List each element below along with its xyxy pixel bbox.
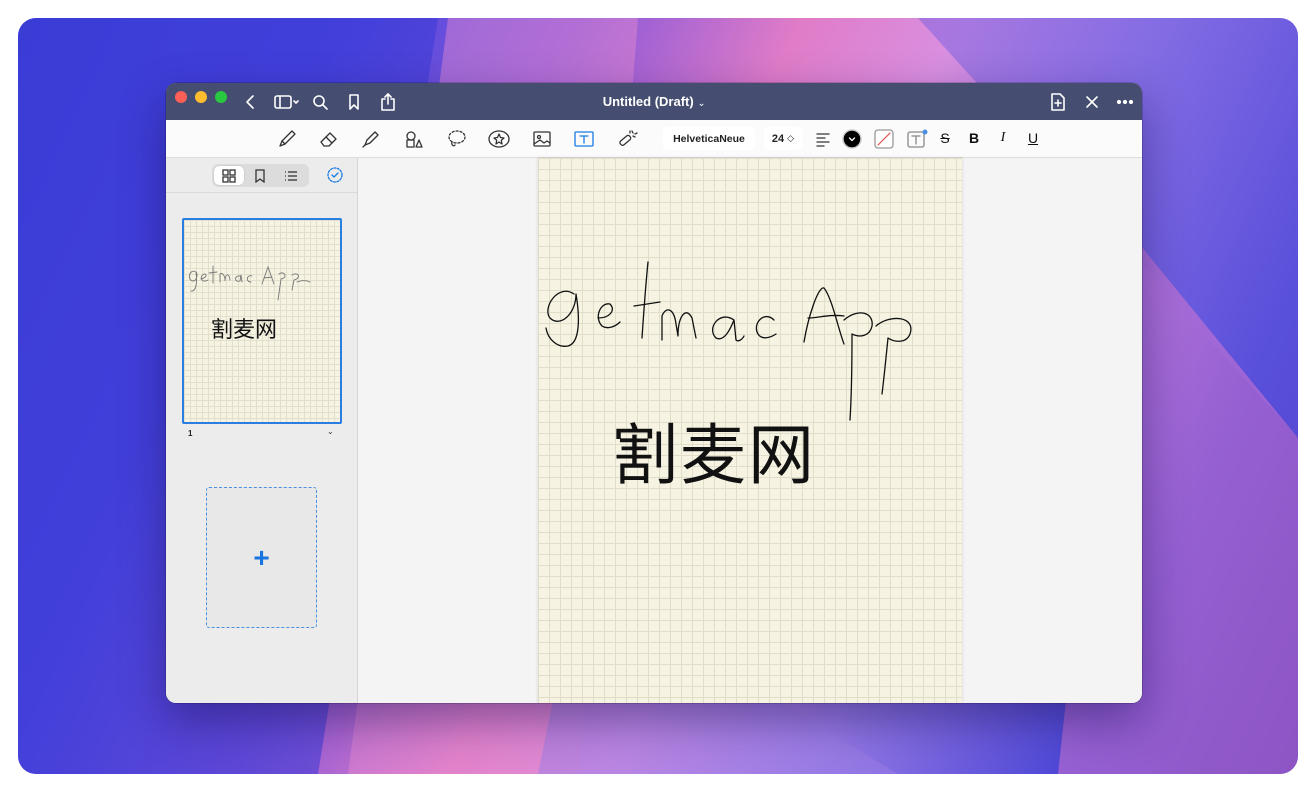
page-number-label: 1 [188, 429, 193, 438]
eraser-icon[interactable] [317, 128, 341, 150]
add-page-button[interactable]: + [206, 487, 317, 628]
laser-pointer-icon[interactable] [615, 128, 639, 150]
italic-button[interactable]: I [994, 130, 1012, 146]
page-thumbnail[interactable]: 割麦网 [182, 218, 342, 424]
page-sidebar: 割麦网 1 ⌄ + [166, 158, 358, 703]
document-title-text: Untitled (Draft) [602, 94, 694, 109]
text-align-icon[interactable] [811, 128, 835, 150]
text-box-style-icon[interactable] [905, 128, 929, 150]
strikethrough-button[interactable]: S [936, 130, 954, 146]
text-tool-icon[interactable] [572, 128, 596, 150]
sidebar-view-switcher [212, 164, 309, 187]
pen-icon[interactable] [275, 128, 299, 150]
document-title[interactable]: Untitled (Draft) ⌄ [166, 94, 1142, 109]
chevron-down-icon: ⌄ [697, 98, 706, 108]
more-icon[interactable] [1115, 92, 1135, 112]
highlighter-icon[interactable] [359, 128, 383, 150]
text-box[interactable]: 割麦网 [612, 402, 816, 498]
fill-color-picker[interactable] [872, 128, 896, 150]
page-options-chevron-icon[interactable]: ⌄ [327, 427, 334, 436]
sidebar-divider [166, 192, 357, 193]
image-icon[interactable] [530, 128, 554, 150]
shapes-icon[interactable] [402, 128, 426, 150]
select-pages-icon[interactable] [323, 164, 347, 186]
thumbnails-view-icon[interactable] [214, 166, 244, 185]
tool-bar: HelveticaNeue 24 ◇ S B I U [166, 120, 1142, 158]
font-family-selector[interactable]: HelveticaNeue [663, 127, 755, 150]
note-page[interactable]: 割麦网 [538, 158, 962, 703]
thumbnail-text: 割麦网 [211, 318, 278, 343]
close-icon[interactable] [1082, 92, 1102, 112]
title-bar: Untitled (Draft) ⌄ [166, 83, 1142, 120]
sticker-icon[interactable] [487, 128, 511, 150]
lasso-icon[interactable] [445, 128, 469, 150]
app-window: Untitled (Draft) ⌄ HelveticaNeue 24 ◇ S … [166, 83, 1142, 703]
bookmarks-view-icon[interactable] [245, 166, 275, 185]
font-size-value: 24 [771, 132, 785, 145]
underline-button[interactable]: U [1024, 130, 1042, 146]
new-page-icon[interactable] [1048, 92, 1068, 112]
bold-button[interactable]: B [965, 130, 983, 146]
canvas-area[interactable]: 割麦网 [358, 158, 1142, 703]
text-color-picker[interactable] [840, 128, 864, 150]
outline-view-icon[interactable] [276, 166, 306, 185]
stepper-icon: ◇ [787, 133, 795, 143]
font-size-stepper[interactable]: 24 ◇ [764, 127, 802, 150]
